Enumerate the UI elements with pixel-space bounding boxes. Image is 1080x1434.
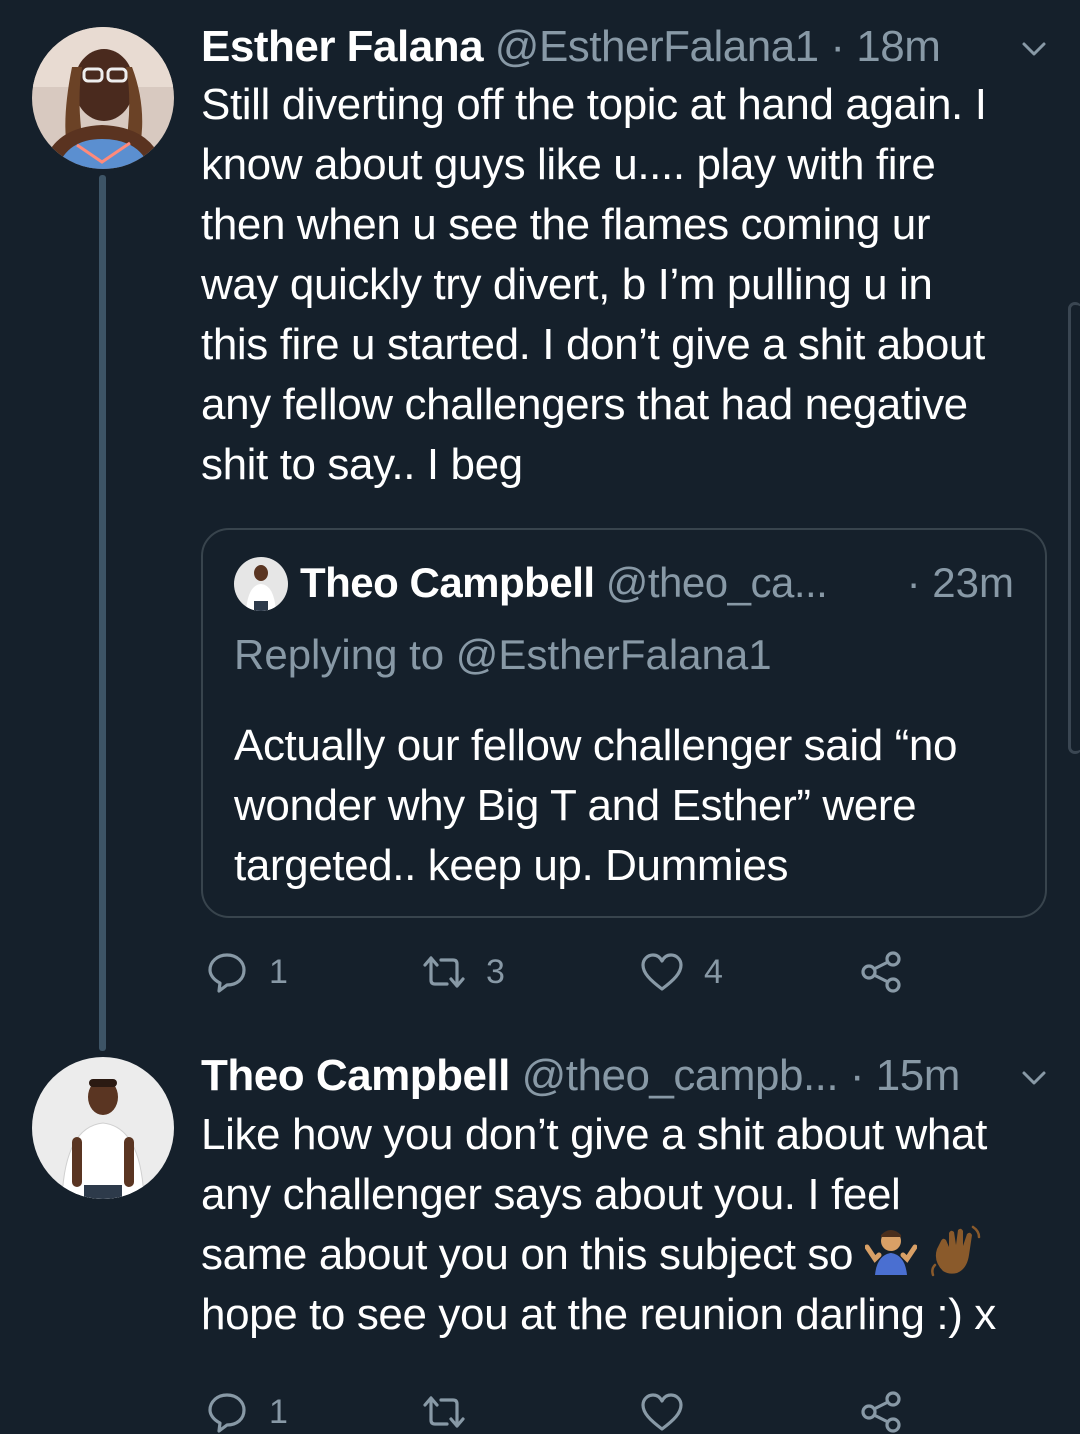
chevron-down-icon[interactable] [1021,36,1047,62]
reply-count: 1 [269,952,288,991]
quote-avatar [234,557,288,611]
tweet-line: Like how you don’t give a shit about wha… [201,1110,987,1159]
tweet-line: know about guys like u.... play with fir… [201,140,936,189]
tweet-time[interactable]: 15m [876,1051,961,1100]
quote-time: · 23m [906,559,1014,606]
tweet-line: way quickly try divert, b I’m pulling u … [201,260,933,309]
person-shrugging-emoji [864,1230,917,1275]
tweet-time[interactable]: 18m [856,22,941,71]
scrollbar[interactable] [1068,302,1080,754]
tweet-line: Still diverting off the topic at hand ag… [201,80,987,129]
like-button[interactable]: 4 [640,950,723,994]
tweet-text: Still diverting off the topic at hand ag… [201,75,1051,495]
author-handle[interactable]: @EstherFalana1 [495,22,819,71]
retweet-button[interactable] [422,1390,486,1434]
share-button[interactable] [860,950,924,994]
share-icon [861,1391,901,1433]
author-name[interactable]: Theo Campbell [201,1051,510,1100]
quote-line: targeted.. keep up. Dummies [234,841,789,890]
quoted-tweet[interactable]: Theo Campbell @theo_ca... · 23m Replying… [201,528,1047,918]
reply-icon [208,953,246,993]
reply-button[interactable]: 1 [205,950,288,994]
replying-to: Replying to @EstherFalana1 [234,631,772,678]
waving-hand-emoji [930,1225,980,1277]
heart-icon [641,953,683,991]
tweet-line: any fellow challengers that had negative [201,380,968,429]
quote-text: Actually our fellow challenger said “no … [234,716,1024,896]
retweet-icon [423,1396,465,1428]
reply-count: 1 [269,1392,288,1431]
author-handle[interactable]: @theo_campb... [522,1051,839,1100]
tweet-line: then when u see the flames coming ur [201,200,931,249]
tweet-line: hope to see you at the reunion darling :… [201,1290,996,1339]
tweet-text: Like how you don’t give a shit about wha… [201,1105,1051,1345]
tweet-line: any challenger says about you. I feel [201,1170,901,1219]
quote-author-name: Theo Campbell [300,559,595,606]
chevron-down-icon[interactable] [1021,1065,1047,1091]
share-button[interactable] [860,1390,924,1434]
reply-icon [208,1393,246,1433]
quote-author-handle: @theo_ca... [605,559,828,606]
avatar[interactable] [32,27,174,169]
avatar[interactable] [32,1057,174,1199]
tweet-line: shit to say.. I beg [201,440,523,489]
separator-dot: · [849,1051,865,1100]
tweet-line: same about you on this subject so [201,1230,854,1279]
reply-button[interactable]: 1 [205,1390,288,1434]
share-icon [861,951,901,993]
retweet-count: 3 [486,952,505,991]
tweet-header: Esther Falana @EstherFalana1 · 18m [201,22,941,72]
quote-header: Theo Campbell @theo_ca... [300,558,828,608]
separator-dot: · [830,22,845,71]
author-name[interactable]: Esther Falana [201,22,484,71]
quote-line: wonder why Big T and Esther” were [234,781,917,830]
like-button[interactable] [640,1390,704,1434]
tweet-line-with-emoji: same about you on this subject so [201,1225,1051,1285]
quote-line: Actually our fellow challenger said “no [234,721,958,770]
retweet-button[interactable]: 3 [422,950,505,994]
tweet-header: Theo Campbell @theo_campb... · 15m [201,1051,960,1101]
thread-line [99,175,106,1051]
like-count: 4 [704,952,723,991]
heart-icon [641,1393,683,1431]
tweet-line: this fire u started. I don’t give a shit… [201,320,985,369]
retweet-icon [423,956,465,988]
